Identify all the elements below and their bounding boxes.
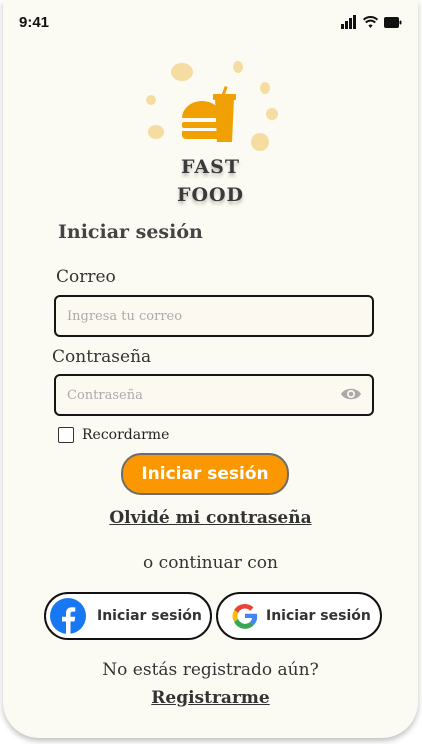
status-icons [341, 15, 402, 29]
remember-checkbox[interactable] [58, 427, 74, 443]
battery-icon [384, 16, 402, 28]
google-icon [232, 603, 258, 629]
password-field-container [54, 374, 374, 416]
email-label: Correo [56, 267, 116, 287]
facebook-login-label: Iniciar sesión [97, 608, 202, 624]
brand-line-1: FAST [181, 156, 240, 178]
email-field-container [54, 295, 374, 337]
register-link[interactable]: Registrarme [3, 688, 418, 708]
remember-label: Recordarme [82, 427, 170, 443]
email-field[interactable] [56, 297, 337, 335]
login-title: Iniciar sesión [58, 221, 203, 243]
phone-screen: 9:41 FAST FOOD Iniciar sesión Correo Ing… [3, 0, 418, 738]
not-registered-text: No estás registrado aún? [102, 660, 319, 680]
google-login-label: Iniciar sesión [266, 608, 371, 624]
login-button[interactable]: Iniciar sesión [121, 453, 289, 495]
wifi-icon [363, 15, 378, 28]
forgot-password-link[interactable]: Olvidé mi contraseña [3, 508, 418, 528]
fast-food-logo-icon [146, 61, 278, 151]
brand-line-2: FOOD [176, 184, 245, 206]
signal-icon [341, 15, 356, 29]
facebook-login-button[interactable]: Iniciar sesión [44, 592, 212, 640]
facebook-icon [50, 598, 86, 634]
remember-me[interactable]: Recordarme [58, 427, 169, 443]
continue-with-text: o continuar con [143, 553, 278, 573]
eye-icon[interactable] [340, 386, 362, 402]
google-login-button[interactable]: Iniciar sesión [216, 592, 382, 640]
password-field[interactable] [56, 376, 337, 414]
password-label: Contraseña [52, 347, 152, 367]
status-time: 9:41 [19, 14, 50, 31]
brand-name: FAST FOOD [3, 153, 418, 209]
